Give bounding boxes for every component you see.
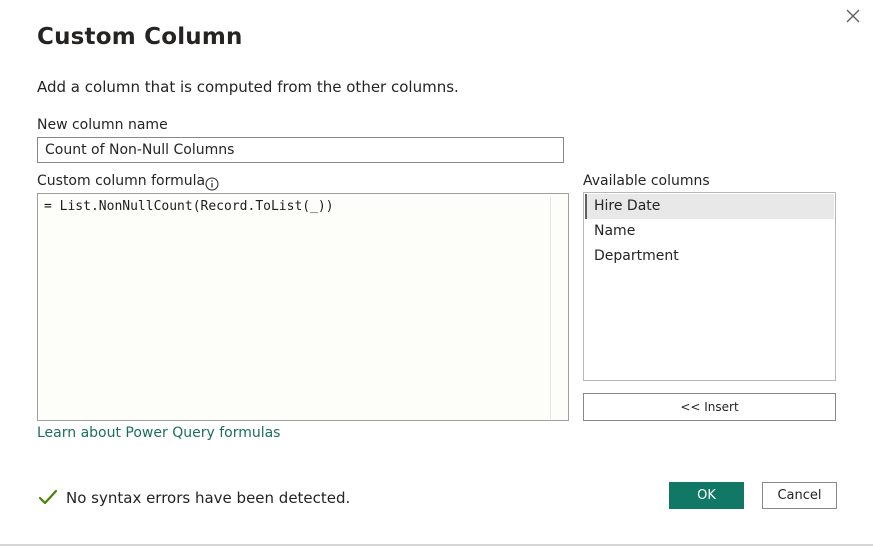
dialog-subtitle: Add a column that is computed from the o… <box>37 78 459 96</box>
formula-editor[interactable]: = List.NonNullCount(Record.ToList(_)) <box>37 193 569 421</box>
dialog-title: Custom Column <box>37 24 243 50</box>
syntax-status-text: No syntax errors have been detected. <box>66 489 351 507</box>
available-columns-list[interactable]: Hire Date Name Department <box>583 192 836 381</box>
cancel-button[interactable]: Cancel <box>762 482 837 509</box>
formula-text: = List.NonNullCount(Record.ToList(_)) <box>44 199 334 214</box>
formula-scrollbar[interactable] <box>550 197 568 419</box>
info-icon[interactable] <box>205 176 219 191</box>
column-item-name[interactable]: Name <box>585 219 834 244</box>
column-item-hire-date[interactable]: Hire Date <box>585 194 834 219</box>
insert-button[interactable]: << Insert <box>583 393 836 421</box>
learn-power-query-link[interactable]: Learn about Power Query formulas <box>37 425 280 441</box>
new-column-name-label: New column name <box>37 117 168 133</box>
available-columns-label: Available columns <box>583 173 710 189</box>
custom-formula-label: Custom column formula <box>37 173 206 189</box>
checkmark-icon <box>38 489 58 507</box>
column-item-department[interactable]: Department <box>585 244 834 269</box>
close-icon <box>846 9 860 23</box>
close-button[interactable] <box>843 6 863 26</box>
ok-button[interactable]: OK <box>669 482 744 509</box>
new-column-name-input[interactable] <box>37 137 564 163</box>
custom-column-dialog: Custom Column Add a column that is compu… <box>0 0 873 546</box>
